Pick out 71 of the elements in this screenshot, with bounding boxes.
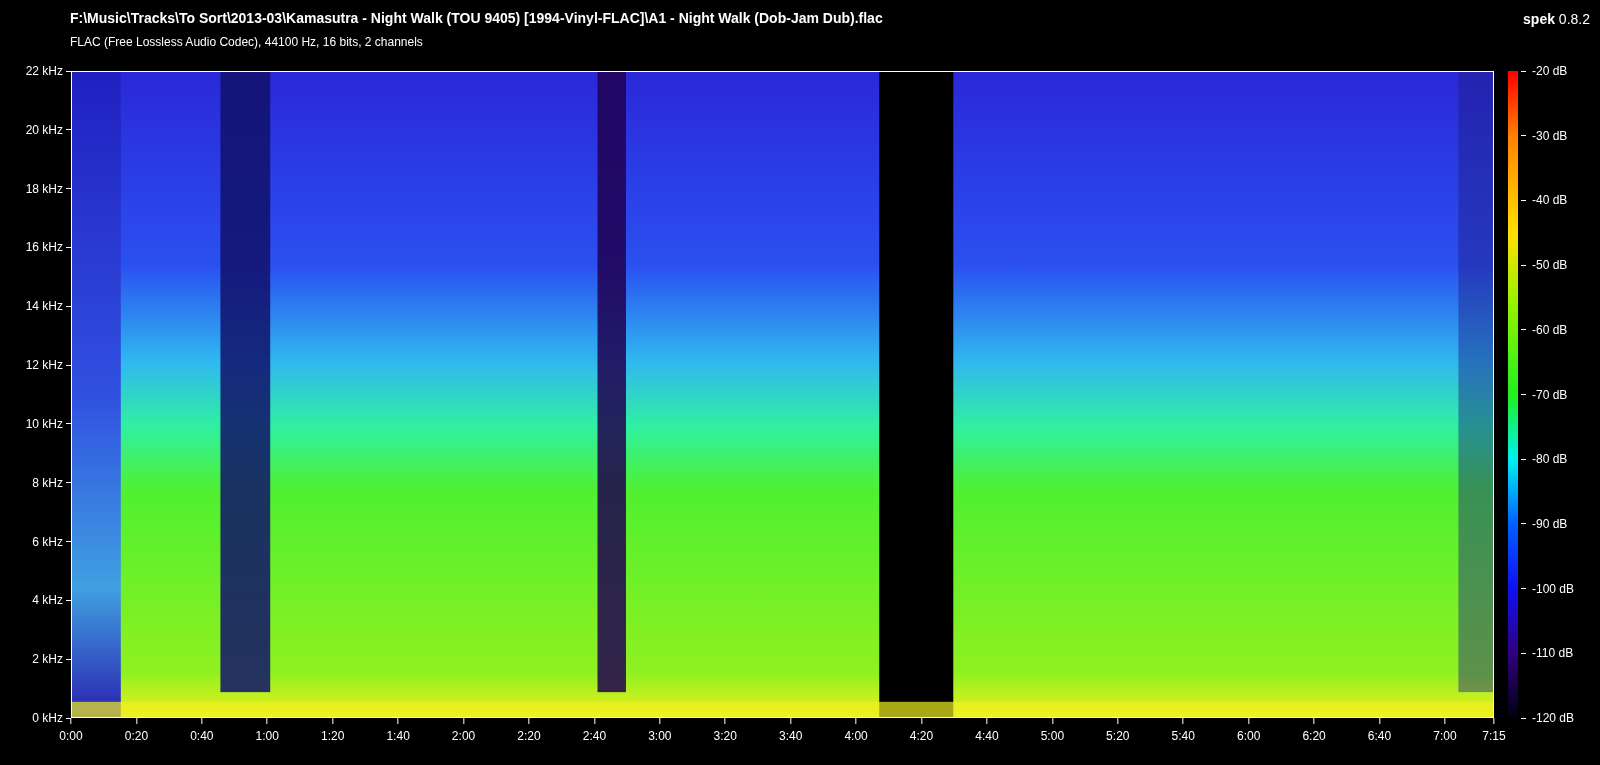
time-label: 7:00	[1433, 729, 1457, 743]
time-label: 2:00	[451, 729, 476, 743]
tick-mark	[1521, 588, 1526, 590]
tick-mark	[1521, 135, 1526, 137]
tick-mark	[66, 305, 71, 307]
frequency-label: 6 kHz	[32, 534, 63, 549]
time-label: 3:00	[648, 729, 672, 743]
tick-mark	[1521, 523, 1526, 525]
tick-mark	[66, 246, 71, 248]
db-label: -40 dB	[1532, 193, 1568, 208]
time-label: 5:00	[1040, 729, 1065, 743]
tick-mark	[1521, 329, 1526, 331]
time-label: 4:40	[975, 729, 999, 743]
tick-mark	[66, 188, 71, 190]
db-label: -100 dB	[1532, 581, 1575, 596]
frequency-label: 20 kHz	[25, 122, 63, 137]
tick-mark	[1521, 70, 1526, 72]
frequency-label: 8 kHz	[32, 475, 63, 490]
db-label: -60 dB	[1532, 322, 1568, 337]
tick-mark	[66, 364, 71, 366]
tick-mark	[1521, 264, 1526, 266]
tick-mark	[1521, 458, 1526, 460]
tick-mark	[66, 423, 71, 425]
file-path-title: F:\Music\Tracks\To Sort\2013-03\Kamasutra - Night Walk (TOU 9405) [1994-Vinyl-FLAC]\A1 - Night Walk (Dob-Jam Dub).flac	[70, 10, 883, 26]
frequency-label: 18 kHz	[25, 181, 63, 196]
tick-mark	[66, 482, 71, 484]
time-label: 1:20	[321, 729, 345, 743]
db-label: -120 dB	[1532, 711, 1575, 725]
frequency-label: 14 kHz	[25, 299, 63, 314]
time-label: 0:40	[190, 729, 214, 743]
time-label: 6:20	[1302, 729, 1326, 743]
frequency-label: 2 kHz	[32, 652, 63, 667]
time-label: 1:00	[255, 729, 279, 743]
tick-mark	[1521, 717, 1526, 719]
app-version: spek 0.8.2	[1523, 10, 1591, 27]
db-label: -50 dB	[1532, 258, 1568, 273]
time-label: 0:00	[59, 729, 83, 743]
time-label: 0:20	[124, 729, 149, 743]
tick-mark	[66, 70, 71, 72]
time-label: 3:40	[779, 729, 803, 743]
db-label: -110 dB	[1532, 646, 1574, 661]
tick-mark	[66, 541, 71, 543]
frequency-label: 4 kHz	[32, 593, 63, 608]
codec-info: FLAC (Free Lossless Audio Codec), 44100 Hz, 16 bits, 2 channels	[70, 35, 424, 49]
time-label: 6:40	[1367, 729, 1392, 743]
db-label: -90 dB	[1532, 516, 1568, 531]
frequency-label: 0 kHz	[32, 711, 63, 725]
time-label: 1:40	[386, 729, 410, 743]
frequency-label: 12 kHz	[25, 358, 63, 373]
db-label: -70 dB	[1532, 387, 1568, 402]
tick-mark	[1521, 199, 1526, 201]
db-label: -20 dB	[1532, 64, 1568, 78]
time-label: 5:20	[1106, 729, 1130, 743]
frequency-label: 10 kHz	[25, 416, 63, 431]
time-label: 2:20	[517, 729, 541, 743]
time-label: 7:15	[1482, 729, 1506, 743]
time-label: 3:20	[713, 729, 737, 743]
frequency-label: 22 kHz	[25, 64, 63, 78]
frequency-label: 16 kHz	[25, 240, 63, 255]
time-label: 6:00	[1236, 729, 1261, 743]
time-label: 4:00	[844, 729, 868, 743]
db-label: -30 dB	[1532, 128, 1568, 143]
time-label: 2:40	[582, 729, 607, 743]
tick-mark	[1521, 394, 1526, 395]
tick-mark	[66, 658, 71, 660]
time-label: 4:20	[909, 729, 934, 743]
tick-mark	[1521, 652, 1526, 654]
time-label: 5:40	[1171, 729, 1195, 743]
tick-mark	[66, 129, 71, 131]
tick-mark	[66, 599, 71, 601]
db-label: -80 dB	[1532, 452, 1568, 467]
